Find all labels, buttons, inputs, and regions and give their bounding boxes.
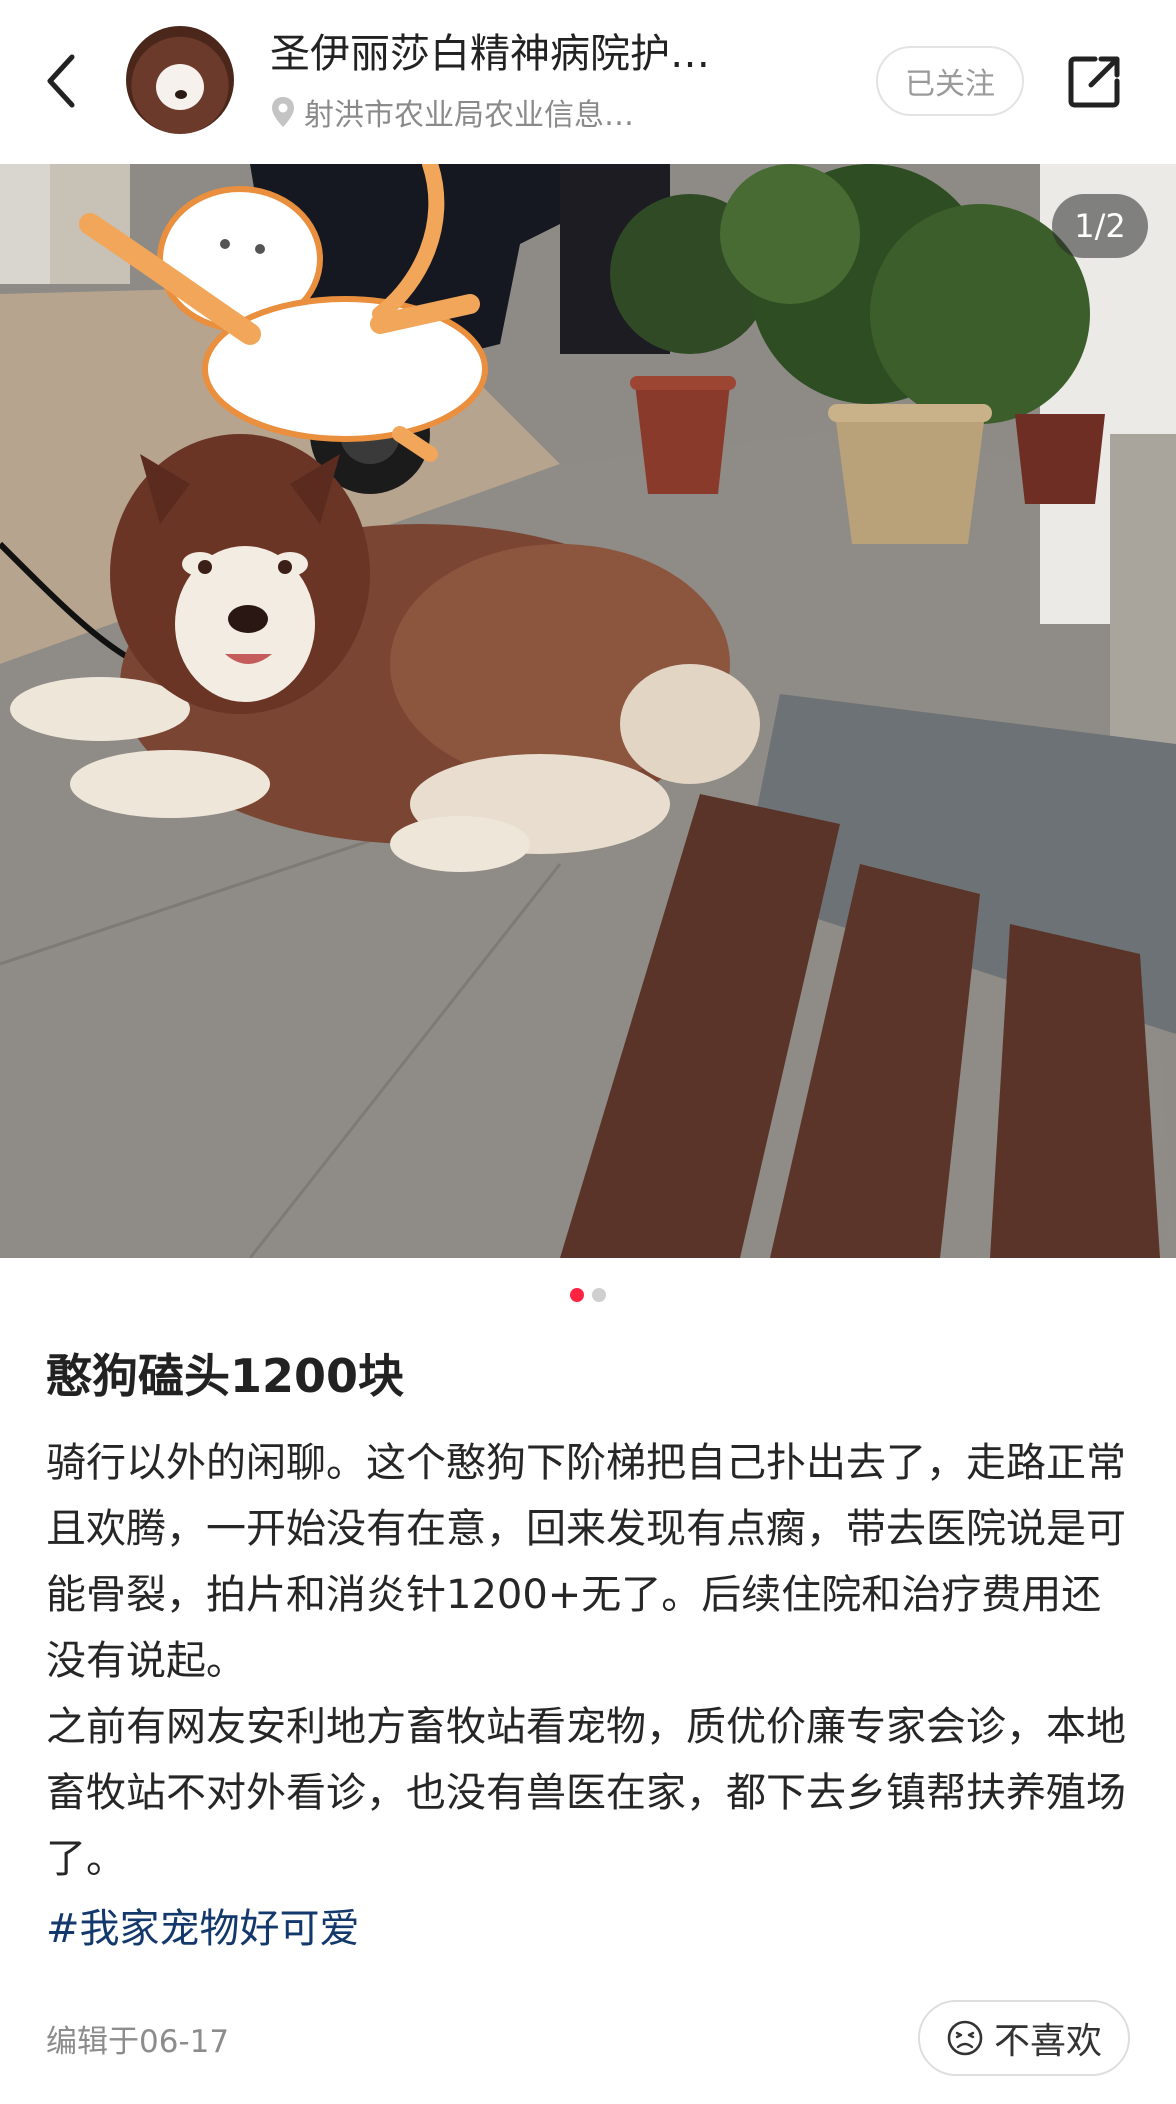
follow-button[interactable]: 已关注 (876, 46, 1024, 116)
photo-counter: 1/2 (1052, 194, 1148, 258)
chevron-left-icon (47, 54, 75, 108)
post-photo[interactable] (0, 164, 1176, 1258)
author-name[interactable]: 圣伊丽莎白精神病院护… (270, 30, 770, 78)
share-icon (1068, 56, 1120, 108)
dog-photo-illustration (0, 164, 1176, 1258)
carousel-dot-1[interactable] (570, 1288, 584, 1302)
top-bar: 圣伊丽莎白精神病院护… 射洪市农业局农业信息… 已关注 (0, 0, 1176, 164)
hashtag-link[interactable]: #我家宠物好可爱 (46, 1896, 360, 1962)
post-body: 骑行以外的闲聊。这个憨狗下阶梯把自己扑出去了，走路正常且欢腾，一开始没有在意，回… (46, 1430, 1136, 1892)
location-pin-icon (272, 97, 294, 127)
avatar[interactable] (126, 26, 234, 134)
location-text: 射洪市农业局农业信息… (304, 98, 634, 133)
unhappy-face-icon (947, 2020, 983, 2056)
share-button[interactable] (1060, 46, 1130, 116)
edited-time: 编辑于06-17 (46, 2024, 230, 2060)
post-paragraph: 之前有网友安利地方畜牧站看宠物，质优价廉专家会诊，本地畜牧站不对外看诊，也没有兽… (46, 1704, 1126, 1882)
post-paragraph: 骑行以外的闲聊。这个憨狗下阶梯把自己扑出去了，走路正常且欢腾，一开始没有在意，回… (46, 1440, 1126, 1684)
dislike-button[interactable]: 不喜欢 (918, 2000, 1130, 2076)
carousel-dots (0, 1288, 1176, 1302)
post-title: 憨狗磕头1200块 (46, 1349, 405, 1403)
dislike-label: 不喜欢 (993, 2021, 1102, 2062)
back-button[interactable] (34, 46, 90, 116)
location[interactable]: 射洪市农业局农业信息… (270, 90, 634, 134)
carousel-dot-2[interactable] (592, 1288, 606, 1302)
